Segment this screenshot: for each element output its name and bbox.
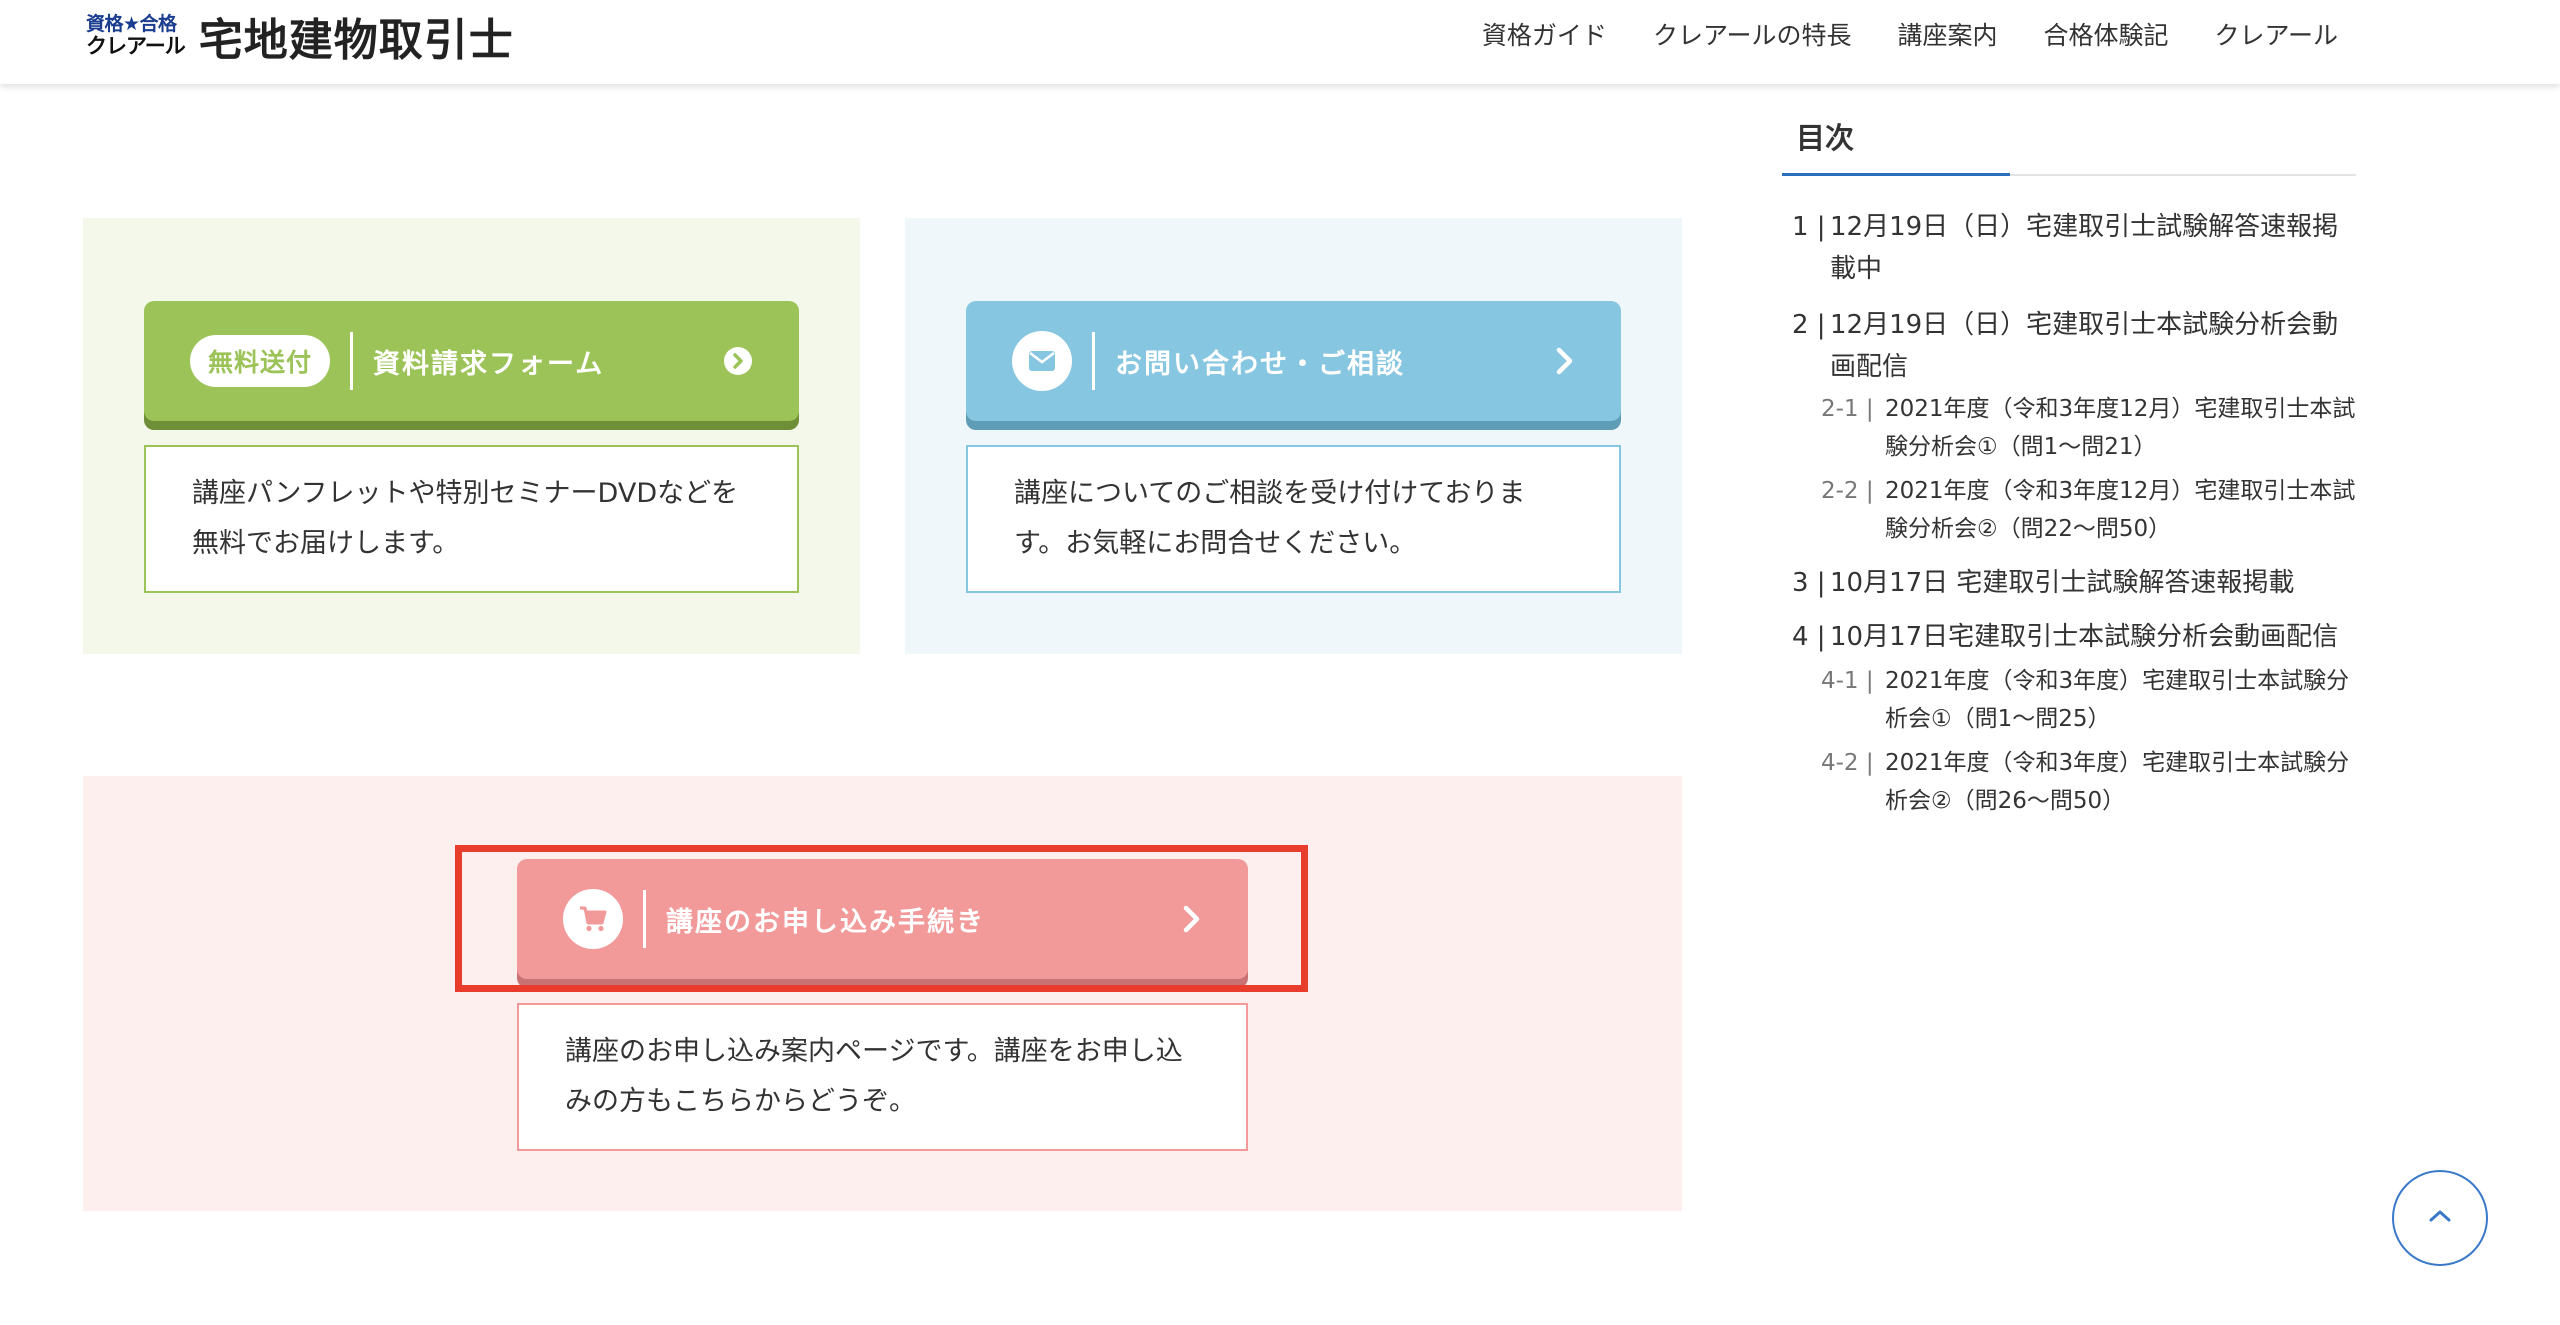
toc-subitem-2-2[interactable]: 2-2 | 2021年度（令和3年度12月）宅建取引士本試 験分析会②（問22〜問… <box>1821 472 2356 548</box>
toc-number: 2 | <box>1792 310 1826 340</box>
chevron-right-icon <box>1182 904 1202 934</box>
envelope-icon <box>1012 331 1072 391</box>
description-line: 講座パンフレットや特別セミナーDVDなどを <box>192 478 739 509</box>
toc-item-2[interactable]: 2 | 12月19日（日）宅建取引士本試験分析会動 画配信 <box>1792 304 2356 388</box>
toc-title: 目次 <box>1782 112 2356 176</box>
nav-item-clear[interactable]: クレアール <box>2214 16 2338 52</box>
nav-item-features[interactable]: クレアールの特長 <box>1653 16 1852 52</box>
description-line: 無料でお届けします。 <box>192 528 460 559</box>
description-line: みの方もこちらからどうぞ。 <box>565 1086 916 1117</box>
logo-mark: 資格★合格 クレアール <box>86 13 186 58</box>
button-divider <box>1092 332 1095 390</box>
materials-request-button[interactable]: 無料送付 資料請求フォーム <box>144 301 799 421</box>
toc-text: 12月19日（日）宅建取引士本試験分析会動 画配信 <box>1830 310 2339 382</box>
toc-subitem-4-2[interactable]: 4-2 | 2021年度（令和3年度）宅建取引士本試験分 析会②（問26〜問50） <box>1821 744 2356 820</box>
toc-text: 12月19日（日）宅建取引士試験解答速報掲 載中 <box>1830 212 2339 284</box>
table-of-contents: 目次 1 | 12月19日（日）宅建取引士試験解答速報掲 載中 2 | 12月19… <box>1782 112 2356 820</box>
chevron-right-icon <box>1555 346 1575 376</box>
contact-description: 講座についてのご相談を受け付けておりま す。お気軽にお問合せください。 <box>966 445 1621 593</box>
site-logo[interactable]: 資格★合格 クレアール 宅地建物取引士 <box>86 4 514 68</box>
cart-icon <box>563 889 623 949</box>
description-line: す。お気軽にお問合せください。 <box>1014 528 1417 559</box>
toc-number: 4-2 | <box>1821 750 1874 776</box>
toc-text: 2021年度（令和3年度12月）宅建取引士本試 験分析会②（問22〜問50） <box>1885 478 2356 542</box>
toc-text: 10月17日宅建取引士本試験分析会動画配信 <box>1830 622 2339 652</box>
logo-line2: クレアール <box>86 34 186 58</box>
toc-item-1[interactable]: 1 | 12月19日（日）宅建取引士試験解答速報掲 載中 <box>1792 206 2356 290</box>
contact-button[interactable]: お問い合わせ・ご相談 <box>966 301 1621 421</box>
toc-subitem-2-1[interactable]: 2-1 | 2021年度（令和3年度12月）宅建取引士本試 験分析会①（問1〜問2… <box>1821 390 2356 466</box>
toc-number: 2-1 | <box>1821 396 1874 422</box>
site-header: 資格★合格 クレアール 宅地建物取引士 資格ガイド クレアールの特長 講座案内 … <box>0 0 2560 84</box>
toc-number: 1 | <box>1792 212 1826 242</box>
site-title: 宅地建物取引士 <box>198 15 514 66</box>
apply-label: 講座のお申し込み手続き <box>666 906 985 938</box>
back-to-top-button[interactable] <box>2392 1170 2488 1266</box>
chevron-circle-right-icon <box>723 346 753 376</box>
nav-item-guide[interactable]: 資格ガイド <box>1482 16 1607 52</box>
description-line: 講座のお申し込み案内ページです。講座をお申し込 <box>565 1036 1183 1067</box>
materials-request-label: 資料請求フォーム <box>373 348 605 380</box>
toc-subitem-4-1[interactable]: 4-1 | 2021年度（令和3年度）宅建取引士本試験分 析会①（問1〜問25） <box>1821 662 2356 738</box>
toc-text: 10月17日 宅建取引士試験解答速報掲載 <box>1830 568 2295 598</box>
materials-request-description: 講座パンフレットや特別セミナーDVDなどを 無料でお届けします。 <box>144 445 799 593</box>
description-line: 講座についてのご相談を受け付けておりま <box>1014 478 1526 509</box>
chevron-up-icon <box>2427 1208 2453 1228</box>
apply-button[interactable]: 講座のお申し込み手続き <box>517 859 1248 979</box>
toc-number: 2-2 | <box>1821 478 1874 504</box>
nav-item-courses[interactable]: 講座案内 <box>1897 16 1997 52</box>
contact-label: お問い合わせ・ご相談 <box>1115 348 1405 380</box>
global-nav: 資格ガイド クレアールの特長 講座案内 合格体験記 クレアール <box>1482 16 2338 52</box>
free-shipping-badge: 無料送付 <box>190 335 331 387</box>
toc-text: 2021年度（令和3年度）宅建取引士本試験分 析会②（問26〜問50） <box>1885 750 2350 814</box>
toc-number: 3 | <box>1792 568 1826 598</box>
toc-number: 4 | <box>1792 622 1826 652</box>
toc-text: 2021年度（令和3年度）宅建取引士本試験分 析会①（問1〜問25） <box>1885 668 2350 732</box>
button-divider <box>643 890 646 948</box>
button-divider <box>350 332 354 390</box>
toc-item-3[interactable]: 3 | 10月17日 宅建取引士試験解答速報掲載 <box>1792 562 2356 604</box>
apply-description: 講座のお申し込み案内ページです。講座をお申し込 みの方もこちらからどうぞ。 <box>517 1003 1248 1151</box>
toc-item-4[interactable]: 4 | 10月17日宅建取引士本試験分析会動画配信 <box>1792 616 2356 658</box>
toc-number: 4-1 | <box>1821 668 1874 694</box>
nav-item-testimonials[interactable]: 合格体験記 <box>2043 16 2168 52</box>
toc-text: 2021年度（令和3年度12月）宅建取引士本試 験分析会①（問1〜問21） <box>1885 396 2356 460</box>
logo-line1: 資格★合格 <box>86 13 177 35</box>
